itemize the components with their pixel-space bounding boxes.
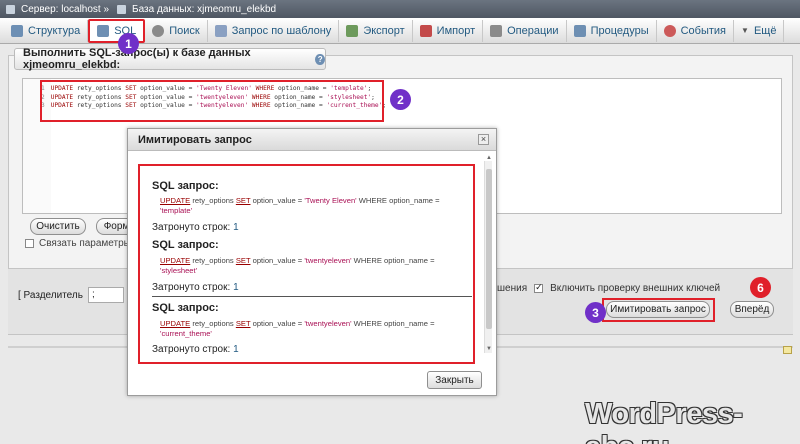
close-icon[interactable]: ×	[478, 134, 489, 145]
panel-title-text: Выполнить SQL-запрос(ы) к базе данных xj…	[23, 47, 251, 71]
tab-label: Ещё	[753, 24, 777, 37]
dialog-header: Имитировать запрос	[128, 129, 496, 151]
bind-params-checkbox[interactable]	[25, 239, 34, 248]
close-button[interactable]: Закрыть	[427, 371, 482, 389]
dialog-scrollbar[interactable]	[484, 161, 492, 353]
highlight-box-simulate	[602, 298, 715, 322]
tab-search[interactable]: Поиск	[145, 19, 208, 42]
delimiter-label: [ Разделитель	[18, 289, 83, 301]
search-icon	[152, 24, 165, 37]
tab-export[interactable]: Экспорт	[339, 19, 413, 42]
console-icon[interactable]	[783, 346, 792, 354]
procedures-icon	[573, 24, 586, 37]
tab-events[interactable]: События	[657, 19, 735, 42]
tab-label: Экспорт	[363, 24, 405, 37]
tab-label: Структура	[28, 24, 81, 37]
scrollbar-thumb[interactable]	[486, 169, 492, 329]
fk-checks-checkbox[interactable]	[534, 282, 544, 293]
dialog-title: Имитировать запрос	[138, 133, 252, 146]
delimiter-input[interactable]: ;	[87, 287, 124, 303]
annotation-badge: 3	[585, 302, 606, 323]
breadcrumb: Сервер: localhost » База данных: xjmeomr…	[0, 0, 800, 18]
annotation-badge: 1	[118, 33, 139, 54]
tab-label: События	[680, 24, 727, 37]
highlight-box-results	[138, 164, 475, 364]
site-watermark: WordPress-abc.ru	[585, 398, 743, 444]
structure-icon	[11, 24, 23, 37]
breadcrumb-database[interactable]: База данных: xjmeomru_elekbd	[132, 4, 276, 15]
wrench-icon	[490, 24, 503, 37]
delimiter-row: [ Разделитель ;	[18, 287, 124, 303]
database-icon	[117, 4, 127, 14]
tab-more[interactable]: ▼ Ещё	[734, 19, 785, 42]
chevron-down-icon: ▼	[741, 26, 749, 35]
tab-label: Запрос по шаблону	[231, 24, 332, 37]
fk-options: шения Включить проверку внешних ключей	[497, 282, 721, 294]
export-icon	[346, 24, 359, 37]
tab-label: Процедуры	[590, 24, 649, 37]
server-icon	[6, 4, 15, 14]
fk-checks-label: Включить проверку внешних ключей	[550, 283, 721, 294]
tab-label: Импорт	[436, 24, 476, 37]
breadcrumb-server[interactable]: Сервер: localhost »	[21, 4, 109, 15]
help-icon[interactable]: ?	[315, 53, 325, 65]
scroll-up-arrow[interactable]: ▲	[486, 155, 492, 161]
tab-import[interactable]: Импорт	[413, 19, 484, 42]
import-icon	[419, 24, 432, 37]
tab-structure[interactable]: Структура	[4, 19, 89, 42]
tab-label: Операции	[507, 24, 559, 37]
tab-label: Поиск	[169, 24, 200, 37]
annotation-badge: 6	[750, 277, 771, 298]
tab-procedures[interactable]: Процедуры	[567, 19, 657, 42]
simulate-query-dialog: Имитировать запрос × ▲ ▼ SQL запрос: UPD…	[127, 128, 497, 396]
go-button[interactable]: Вперёд	[730, 301, 774, 318]
bind-params-label: Связать параметры	[39, 238, 131, 249]
events-icon	[663, 24, 676, 37]
clear-button[interactable]: Очистить	[30, 218, 86, 235]
tab-operations[interactable]: Операции	[483, 19, 567, 42]
tab-query-by-example[interactable]: Запрос по шаблону	[208, 19, 340, 42]
annotation-badge: 2	[390, 89, 411, 110]
panel-title: Выполнить SQL-запрос(ы) к базе данных xj…	[14, 47, 326, 71]
fk-partial-label: шения	[497, 283, 528, 294]
highlight-box-sql	[40, 80, 384, 122]
scroll-down-arrow[interactable]: ▼	[486, 346, 492, 352]
query-icon	[214, 24, 227, 37]
sql-icon	[97, 24, 110, 37]
